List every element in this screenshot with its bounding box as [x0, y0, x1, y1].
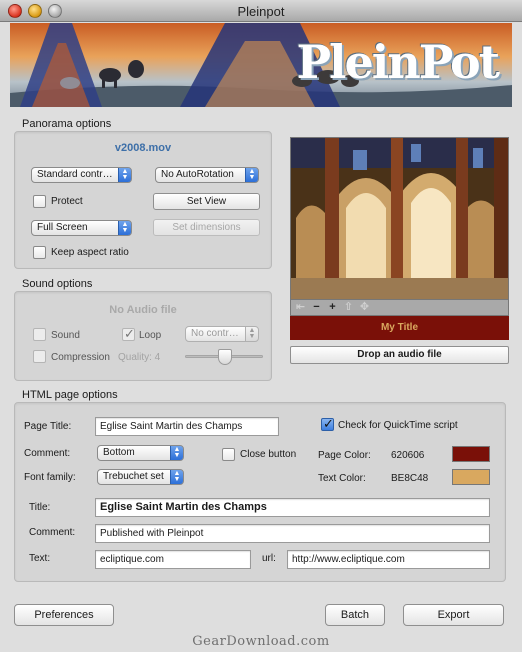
controller-popup[interactable]: Standard contr… ▲ ▼: [31, 167, 132, 183]
church-interior-image: [291, 138, 508, 299]
keep-aspect-ratio-checkbox[interactable]: [33, 246, 46, 259]
popup-arrows-icon: ▲ ▼: [170, 470, 183, 484]
text-color-label: Text Color:: [318, 473, 366, 484]
popup-arrows-icon: ▲ ▼: [170, 446, 183, 460]
popup-arrows-icon: ▲ ▼: [245, 168, 258, 182]
font-family-popup[interactable]: Trebuchet set ▲ ▼: [97, 469, 184, 485]
autorotation-popup[interactable]: No AutoRotation ▲ ▼: [155, 167, 259, 183]
hotspot-icon[interactable]: ⇧: [342, 301, 355, 314]
title-bar[interactable]: Pleinpot: [0, 0, 522, 22]
panorama-file-name: v2008.mov: [114, 142, 172, 154]
size-popup[interactable]: Full Screen ▲ ▼: [31, 220, 132, 236]
popup-arrows-icon: ▲ ▼: [118, 221, 131, 235]
zoom-in-icon[interactable]: +: [326, 301, 339, 314]
sound-options-title: Sound options: [22, 278, 93, 290]
app-banner: PleinPot: [10, 23, 512, 107]
size-popup-value: Full Screen: [37, 222, 88, 233]
sound-label: Sound: [51, 330, 80, 341]
set-view-button[interactable]: Set View: [153, 193, 260, 210]
comment-position-popup[interactable]: Bottom ▲ ▼: [97, 445, 184, 461]
comment-label: Comment:: [29, 527, 76, 538]
quicktime-script-checkbox[interactable]: [321, 416, 334, 432]
protect-label: Protect: [51, 196, 83, 207]
preferences-button[interactable]: Preferences: [14, 604, 114, 626]
title-field[interactable]: Eglise Saint Martin des Champs: [95, 498, 490, 517]
comment-position-label: Comment:: [24, 448, 71, 459]
close-button-label: Close button: [240, 449, 297, 460]
compression-checkbox[interactable]: [33, 350, 46, 363]
comment-field[interactable]: Published with Pleinpot: [95, 524, 490, 543]
audio-file-name: No Audio file: [109, 304, 177, 316]
text-field[interactable]: ecliptique.com: [95, 550, 251, 569]
popup-arrows-icon: ▲ ▼: [118, 168, 131, 182]
comment-position-popup-value: Bottom: [103, 447, 135, 458]
compression-label: Compression: [51, 352, 110, 363]
go-to-start-icon[interactable]: ⇤: [294, 301, 307, 314]
sound-checkbox[interactable]: [33, 328, 46, 341]
text-label: Text:: [29, 553, 51, 564]
autorotation-popup-value: No AutoRotation: [161, 169, 234, 180]
sound-controller-popup-value: No contr…: [191, 328, 239, 339]
font-family-label: Font family:: [24, 472, 76, 483]
keep-aspect-ratio-label: Keep aspect ratio: [51, 247, 129, 258]
pan-icon[interactable]: ✥: [358, 301, 371, 314]
font-family-popup-value: Trebuchet set: [103, 471, 164, 482]
protect-checkbox[interactable]: [33, 195, 46, 208]
popup-arrows-icon: ▲ ▼: [245, 327, 258, 341]
panorama-preview[interactable]: [290, 137, 509, 300]
drop-audio-file-area[interactable]: Drop an audio file: [290, 346, 509, 364]
close-button-checkbox[interactable]: [222, 448, 235, 461]
page-color-label: Page Color:: [318, 450, 371, 461]
title-label: Title:: [29, 502, 51, 513]
window-title: Pleinpot: [237, 4, 285, 19]
export-button[interactable]: Export: [403, 604, 504, 626]
url-field[interactable]: http://www.ecliptique.com: [287, 550, 490, 569]
panorama-options-title: Panorama options: [22, 118, 112, 130]
set-dimensions-button[interactable]: Set dimensions: [153, 219, 260, 236]
controller-popup-value: Standard contr…: [37, 169, 113, 180]
zoom-out-icon[interactable]: −: [310, 301, 323, 314]
preview-title-bar: My Title: [290, 316, 509, 340]
quality-label: Quality: 4: [118, 352, 161, 363]
page-color-swatch[interactable]: [452, 446, 490, 462]
url-label: url:: [262, 553, 276, 564]
text-color-swatch[interactable]: [452, 469, 490, 485]
loop-checkbox[interactable]: [122, 326, 135, 342]
quality-slider-thumb[interactable]: [218, 349, 232, 365]
page-title-label: Page Title:: [24, 421, 72, 432]
html-page-options-title: HTML page options: [22, 389, 118, 401]
page-title-field[interactable]: Eglise Saint Martin des Champs: [95, 417, 279, 436]
preview-controller-bar: ⇤ − + ⇧ ✥: [290, 300, 509, 316]
page-color-hex: 620606: [391, 450, 425, 461]
batch-button[interactable]: Batch: [325, 604, 385, 626]
pleinpot-logo: PleinPot: [296, 35, 500, 89]
watermark: GearDownload.com: [192, 634, 330, 649]
text-color-hex: BE8C48: [391, 473, 429, 484]
quicktime-script-label: Check for QuickTime script: [338, 420, 458, 431]
sound-controller-popup[interactable]: No contr… ▲ ▼: [185, 326, 259, 342]
loop-label: Loop: [139, 330, 162, 341]
